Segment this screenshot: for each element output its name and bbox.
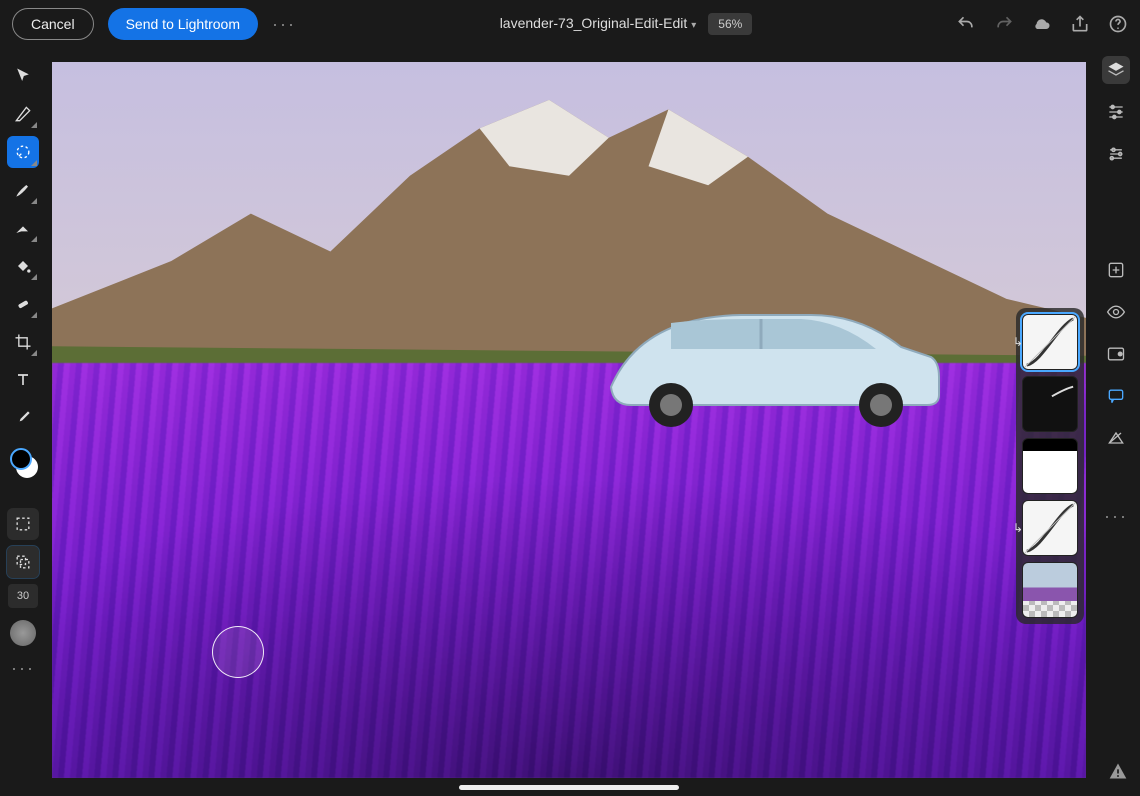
- canvas-area[interactable]: [46, 48, 1092, 796]
- brush-size-value[interactable]: 30: [8, 584, 38, 608]
- link-icon: ↳: [1013, 521, 1023, 535]
- cloud-icon[interactable]: [1032, 14, 1052, 34]
- layers-panel-icon[interactable]: [1102, 56, 1130, 84]
- type-tool[interactable]: [7, 364, 39, 396]
- adjustments-icon[interactable]: [1102, 140, 1130, 168]
- foreground-background-color[interactable]: [8, 448, 38, 478]
- eyedropper-tool[interactable]: [7, 402, 39, 434]
- selection-add-mode[interactable]: [7, 508, 39, 540]
- add-layer-icon[interactable]: [1102, 256, 1130, 284]
- cancel-button[interactable]: Cancel: [12, 8, 94, 40]
- left-ellipsis-icon[interactable]: ···: [11, 658, 35, 679]
- link-icon: ↳: [1013, 335, 1023, 349]
- move-tool[interactable]: [7, 60, 39, 92]
- foreground-color-swatch[interactable]: [10, 448, 32, 470]
- right-toolbar: ···: [1092, 48, 1140, 796]
- layer-thumb[interactable]: [1022, 562, 1078, 618]
- transform-tool[interactable]: [7, 98, 39, 130]
- visibility-icon[interactable]: [1102, 298, 1130, 326]
- image-car: [601, 277, 941, 427]
- left-toolbar: 30 ···: [0, 48, 46, 796]
- layer-thumb[interactable]: ↳: [1022, 314, 1078, 370]
- document-title[interactable]: lavender-73_Original-Edit-Edit▾: [500, 15, 697, 33]
- top-ellipsis-icon[interactable]: ···: [272, 14, 296, 35]
- comments-icon[interactable]: [1102, 382, 1130, 410]
- right-ellipsis-icon[interactable]: ···: [1104, 506, 1128, 527]
- zoom-level-badge[interactable]: 56%: [708, 13, 752, 35]
- send-to-lightroom-button[interactable]: Send to Lightroom: [108, 8, 258, 40]
- share-icon[interactable]: [1070, 14, 1090, 34]
- layer-thumb[interactable]: [1022, 376, 1078, 432]
- redo-icon[interactable]: [994, 14, 1014, 34]
- layer-thumbnails-panel[interactable]: ↳ ↳: [1016, 308, 1084, 624]
- selection-subtract-mode[interactable]: [7, 546, 39, 578]
- undo-icon[interactable]: [956, 14, 976, 34]
- brush-cursor: [212, 626, 264, 678]
- brush-hardness-preview[interactable]: [10, 620, 36, 646]
- mask-icon[interactable]: [1102, 340, 1130, 368]
- healing-tool[interactable]: [7, 288, 39, 320]
- eraser-tool[interactable]: [7, 212, 39, 244]
- crop-tool[interactable]: [7, 326, 39, 358]
- fill-tool[interactable]: [7, 250, 39, 282]
- home-indicator: [459, 785, 679, 790]
- layer-thumb[interactable]: [1022, 438, 1078, 494]
- document-canvas[interactable]: [52, 62, 1086, 778]
- help-icon[interactable]: [1108, 14, 1128, 34]
- brush-tool[interactable]: [7, 174, 39, 206]
- layer-thumb[interactable]: ↳: [1022, 500, 1078, 556]
- layer-properties-icon[interactable]: [1102, 98, 1130, 126]
- edit-icon[interactable]: [1102, 424, 1130, 452]
- selection-brush-tool[interactable]: [7, 136, 39, 168]
